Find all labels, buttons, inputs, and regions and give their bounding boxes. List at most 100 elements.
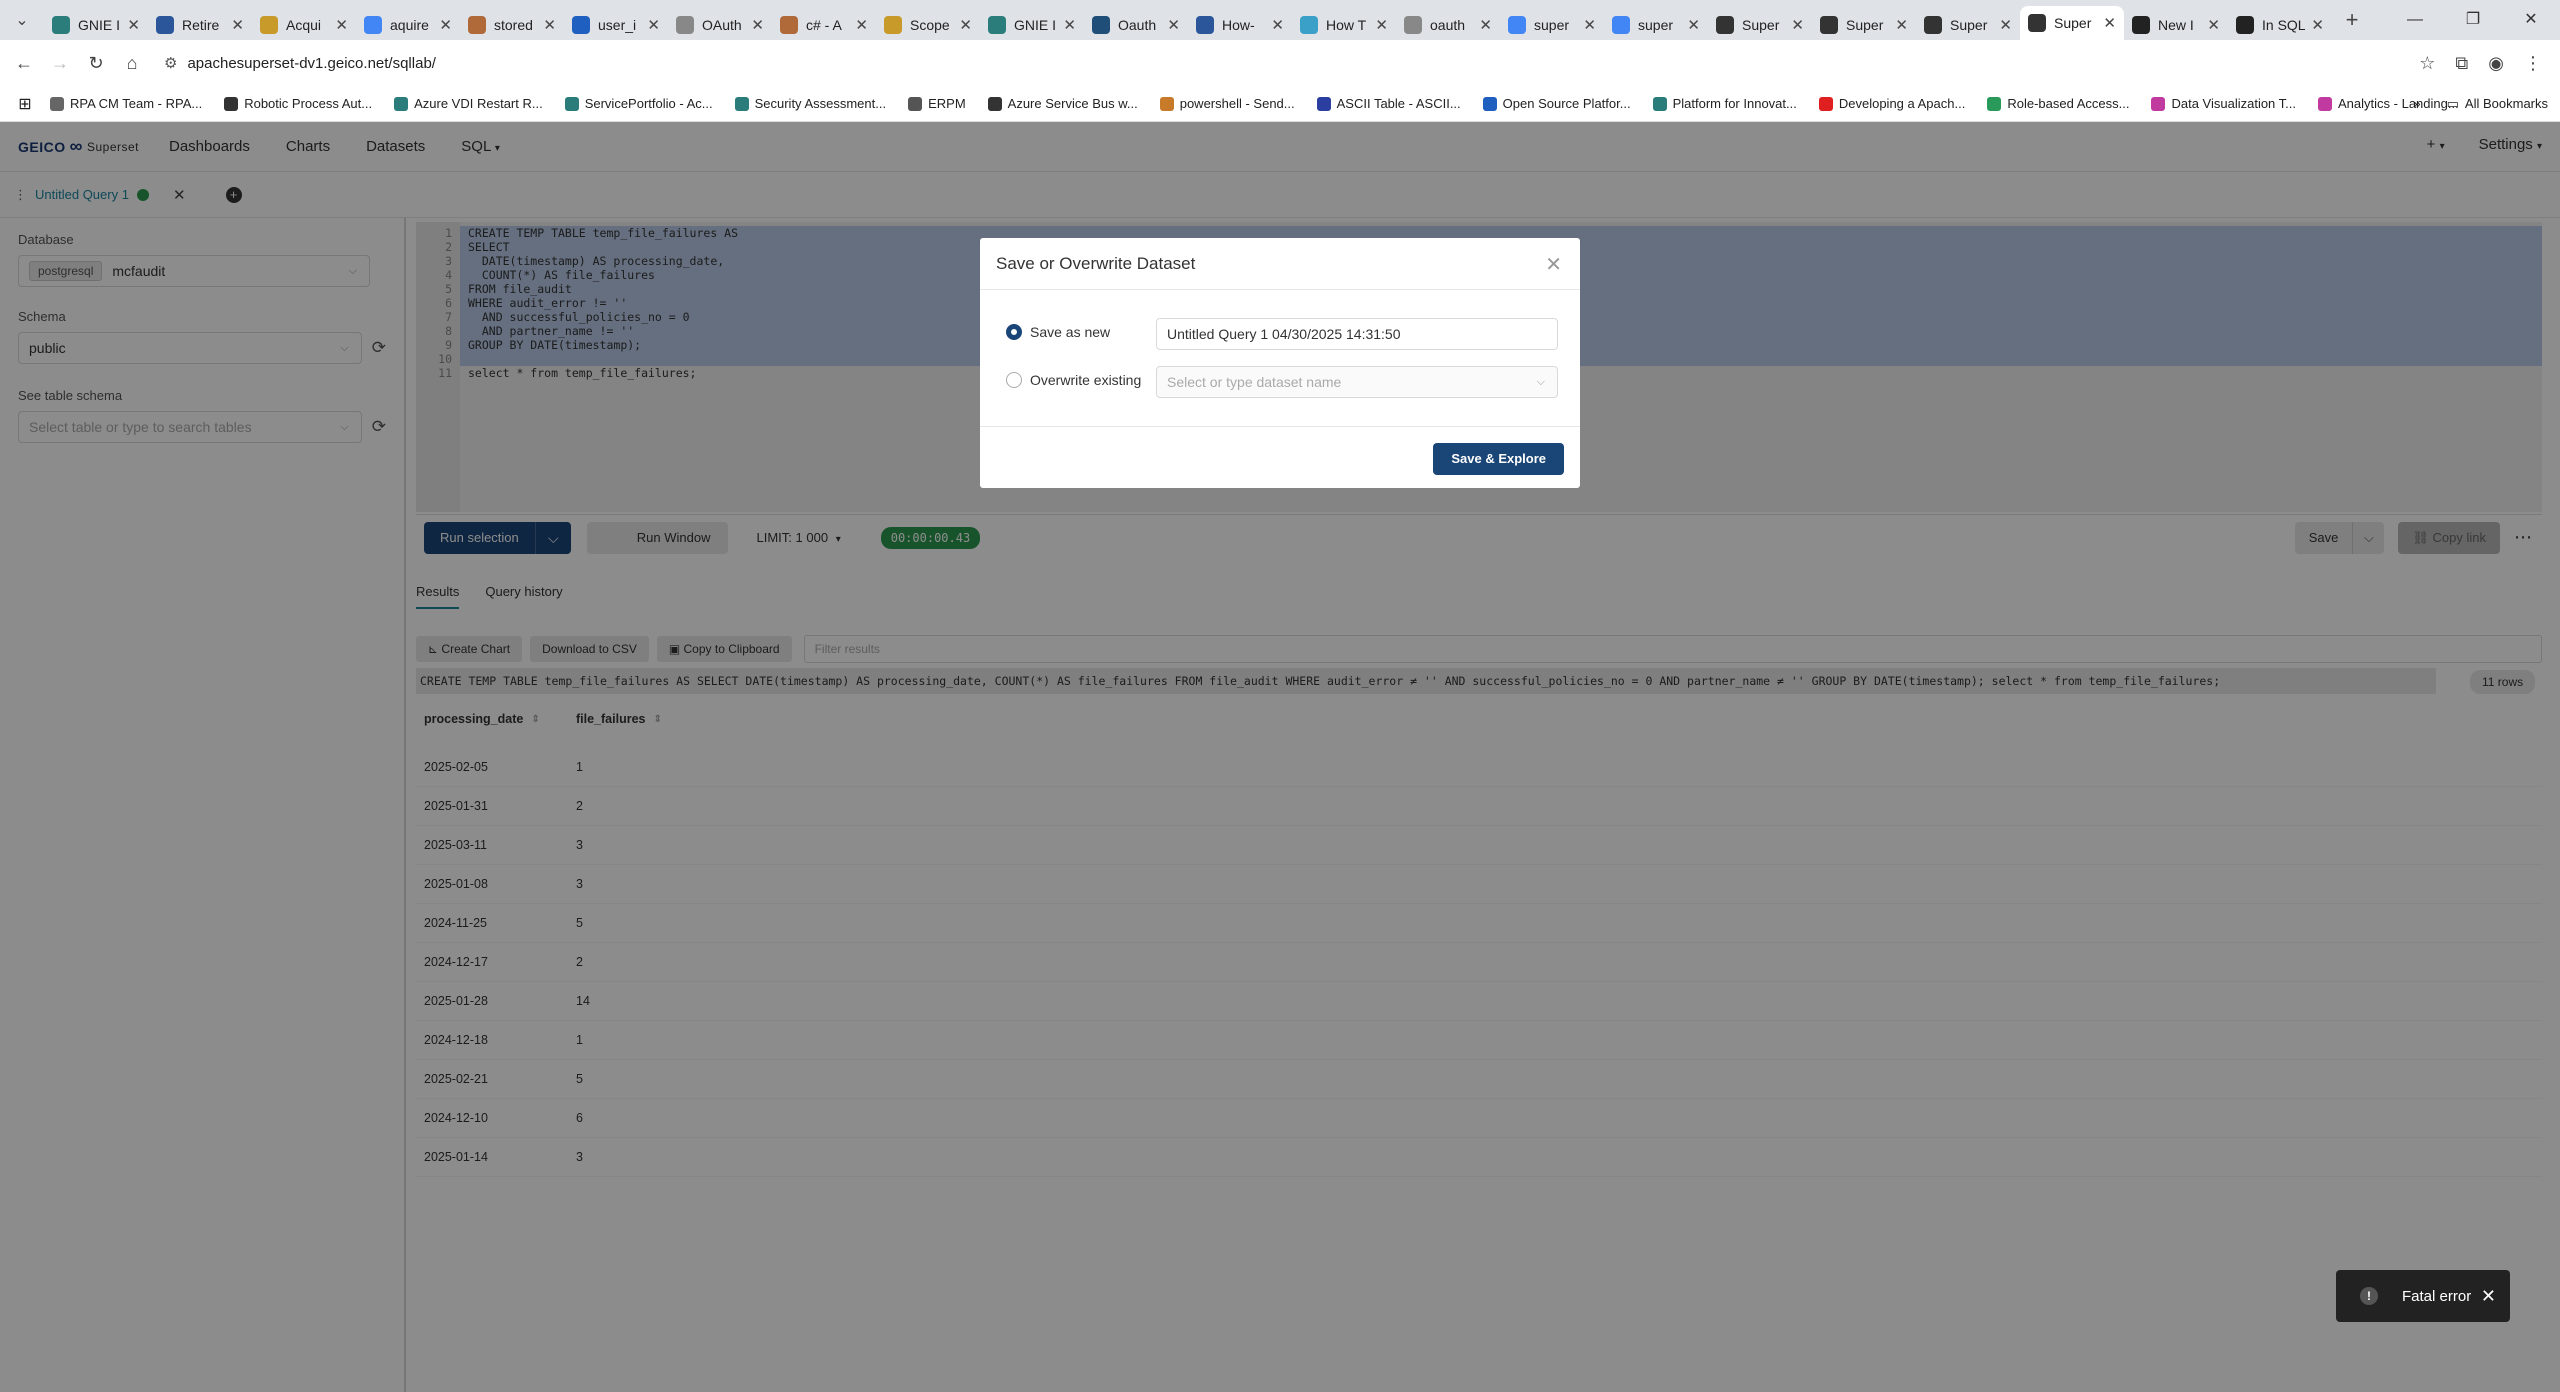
browser-tab[interactable]: New I ✕ (2124, 10, 2228, 40)
browser-tab[interactable]: GNIE I ✕ (980, 10, 1084, 40)
browser-tab[interactable]: Oauth ✕ (1084, 10, 1188, 40)
bookmark-label: Data Visualization T... (2171, 96, 2297, 111)
modal-header: Save or Overwrite Dataset ✕ (980, 238, 1580, 290)
tab-favicon-icon (364, 16, 382, 34)
restore-icon[interactable]: ❐ (2444, 0, 2502, 40)
close-tab-icon[interactable]: ✕ (1479, 16, 1492, 34)
radio-unselected-icon[interactable] (1006, 372, 1022, 388)
browser-menu-icon[interactable]: ⋮ (2524, 53, 2542, 74)
close-tab-icon[interactable]: ✕ (647, 16, 660, 34)
tab-favicon-icon (1092, 16, 1110, 34)
close-tab-icon[interactable]: ✕ (1687, 16, 1700, 34)
close-tab-icon[interactable]: ✕ (335, 16, 348, 34)
browser-tab[interactable]: c# - A ✕ (772, 10, 876, 40)
overwrite-existing-option[interactable]: Overwrite existing (1006, 372, 1141, 388)
close-tab-icon[interactable]: ✕ (1375, 16, 1388, 34)
bookmark-item[interactable]: powershell - Send... (1159, 96, 1295, 111)
close-tab-icon[interactable]: ✕ (1791, 16, 1804, 34)
new-tab-button[interactable]: + (2332, 7, 2372, 33)
close-tab-icon[interactable]: ✕ (2207, 16, 2220, 34)
close-tab-icon[interactable]: ✕ (855, 16, 868, 34)
browser-tab[interactable]: Acqui ✕ (252, 10, 356, 40)
browser-tab[interactable]: GNIE I ✕ (44, 10, 148, 40)
bookmark-label: ServicePortfolio - Ac... (584, 96, 713, 111)
close-tab-icon[interactable]: ✕ (1167, 16, 1180, 34)
bookmark-item[interactable]: RPA CM Team - RPA... (50, 96, 202, 111)
bookmark-favicon-icon (1159, 96, 1174, 111)
bookmark-item[interactable]: Developing a Apach... (1818, 96, 1965, 111)
bookmark-item[interactable]: Azure Service Bus w... (987, 96, 1138, 111)
browser-tab[interactable]: How- ✕ (1188, 10, 1292, 40)
close-tab-icon[interactable]: ✕ (751, 16, 764, 34)
home-icon[interactable]: ⌂ (114, 53, 150, 74)
browser-tab[interactable]: Super ✕ (1916, 10, 2020, 40)
close-modal-icon[interactable]: ✕ (1545, 252, 1562, 277)
save-as-new-option[interactable]: Save as new (1006, 324, 1110, 340)
save-explore-button[interactable]: Save & Explore (1433, 443, 1564, 475)
bookmark-star-icon[interactable]: ☆ (2419, 53, 2435, 74)
browser-tab[interactable]: Super ✕ (1812, 10, 1916, 40)
bookmark-label: Security Assessment... (754, 96, 887, 111)
close-tab-icon[interactable]: ✕ (1063, 16, 1076, 34)
extensions-icon[interactable]: ⧉ (2455, 53, 2468, 74)
site-info-icon[interactable]: ⚙ (164, 54, 177, 72)
browser-tab[interactable]: user_i ✕ (564, 10, 668, 40)
bookmark-item[interactable]: ServicePortfolio - Ac... (564, 96, 713, 111)
back-icon[interactable]: ← (6, 53, 42, 74)
browser-tab[interactable]: Super ✕ (2020, 6, 2124, 40)
browser-tab[interactable]: OAuth ✕ (668, 10, 772, 40)
browser-tab[interactable]: stored ✕ (460, 10, 564, 40)
close-tab-icon[interactable]: ✕ (1583, 16, 1596, 34)
tab-favicon-icon (2028, 14, 2046, 32)
close-tab-icon[interactable]: ✕ (231, 16, 244, 34)
tab-favicon-icon (572, 16, 590, 34)
tab-favicon-icon (1404, 16, 1422, 34)
reload-icon[interactable]: ↻ (78, 53, 114, 74)
forward-icon[interactable]: → (42, 53, 78, 74)
bookmark-item[interactable]: Azure VDI Restart R... (394, 96, 543, 111)
close-toast-icon[interactable]: ✕ (2481, 1286, 2496, 1307)
apps-grid-icon[interactable]: ⊞ (0, 94, 50, 114)
bookmark-item[interactable]: Robotic Process Aut... (224, 96, 372, 111)
modal-footer: Save & Explore (980, 426, 1580, 488)
close-tab-icon[interactable]: ✕ (543, 16, 556, 34)
browser-tab[interactable]: super ✕ (1604, 10, 1708, 40)
more-bookmarks-icon[interactable]: » (2413, 96, 2420, 111)
close-tab-icon[interactable]: ✕ (1999, 16, 2012, 34)
url-field[interactable]: ⚙ apachesuperset-dv1.geico.net/sqllab/ (164, 46, 2420, 80)
bookmark-item[interactable]: Role-based Access... (1987, 96, 2129, 111)
tab-title: OAuth (702, 17, 742, 33)
dataset-name-input[interactable]: Untitled Query 1 04/30/2025 14:31:50 (1156, 318, 1558, 350)
bookmark-item[interactable]: ERPM (908, 96, 966, 111)
browser-tab[interactable]: Retire ✕ (148, 10, 252, 40)
bookmark-item[interactable]: Open Source Platfor... (1482, 96, 1631, 111)
browser-tab[interactable]: In SQL ✕ (2228, 10, 2332, 40)
close-tab-icon[interactable]: ✕ (2103, 14, 2116, 32)
close-tab-icon[interactable]: ✕ (1271, 16, 1284, 34)
profile-icon[interactable]: ◉ (2488, 53, 2504, 74)
close-tab-icon[interactable]: ✕ (959, 16, 972, 34)
tab-search-icon[interactable]: ⌄ (0, 10, 44, 30)
bookmark-item[interactable]: Security Assessment... (734, 96, 887, 111)
browser-tab[interactable]: How T ✕ (1292, 10, 1396, 40)
close-tab-icon[interactable]: ✕ (2311, 16, 2324, 34)
tab-favicon-icon (884, 16, 902, 34)
browser-tab[interactable]: super ✕ (1500, 10, 1604, 40)
radio-selected-icon[interactable] (1006, 324, 1022, 340)
bookmark-item[interactable]: Platform for Innovat... (1652, 96, 1797, 111)
tab-favicon-icon (1924, 16, 1942, 34)
browser-tab[interactable]: Scope ✕ (876, 10, 980, 40)
browser-tab[interactable]: aquire ✕ (356, 10, 460, 40)
browser-tab[interactable]: Super ✕ (1708, 10, 1812, 40)
minimize-icon[interactable]: — (2386, 0, 2444, 40)
browser-tab[interactable]: oauth ✕ (1396, 10, 1500, 40)
close-tab-icon[interactable]: ✕ (1895, 16, 1908, 34)
close-tab-icon[interactable]: ✕ (127, 16, 140, 34)
bookmark-favicon-icon (2318, 96, 2333, 111)
overwrite-dataset-select[interactable]: Select or type dataset name ⌵ (1156, 366, 1558, 398)
close-tab-icon[interactable]: ✕ (439, 16, 452, 34)
bookmark-item[interactable]: Data Visualization T... (2151, 96, 2296, 111)
all-bookmarks-button[interactable]: ▭ All Bookmarks (2447, 96, 2548, 112)
close-window-icon[interactable]: ✕ (2502, 0, 2560, 40)
bookmark-item[interactable]: ASCII Table - ASCII... (1316, 96, 1461, 111)
